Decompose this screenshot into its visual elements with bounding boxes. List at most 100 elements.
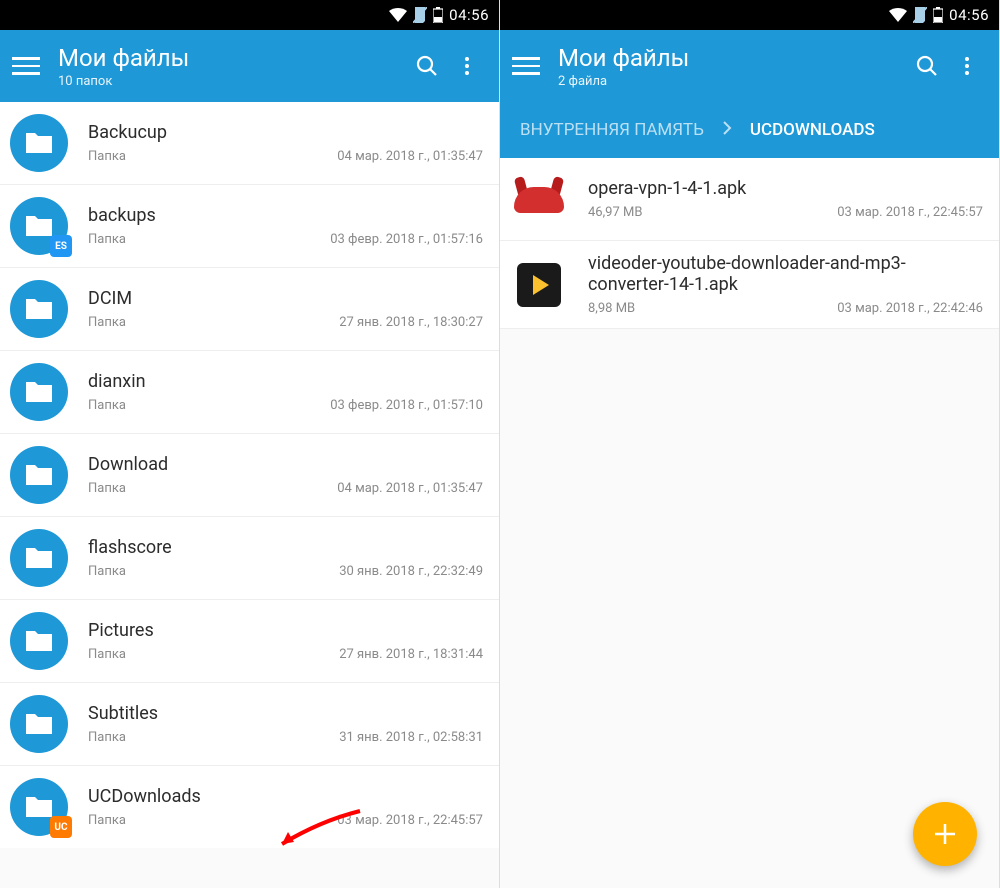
search-button[interactable] [907,46,947,86]
folder-icon: ES [10,197,68,255]
app-bar: Мои файлы 10 папок [0,30,499,102]
row-content: UCDownloads Папка 03 мар. 2018 г., 22:45:5… [88,786,483,828]
folder-type: Папка [88,647,126,662]
wifi-icon [389,8,407,22]
breadcrumb: ВНУТРЕННЯЯ ПАМЯТЬ UCDOWNLOADS [500,102,999,158]
file-row[interactable]: opera-vpn-1-4-1.apk 46,97 MB 03 мар. 2018 … [500,158,999,241]
folder-list[interactable]: Backucup Папка 04 мар. 2018 г., 01:35:47 ES… [0,102,499,848]
row-meta: Папка 27 янв. 2018 г., 18:31:44 [88,647,483,662]
folder-icon [10,446,68,504]
fab-add-button[interactable] [913,802,977,866]
chevron-right-icon [722,120,732,140]
folder-name: backups [88,205,483,226]
breadcrumb-current[interactable]: UCDOWNLOADS [750,120,875,140]
folder-date: 03 мар. 2018 г., 22:45:57 [337,813,483,828]
row-content: videoder-youtube-downloader-and-mp3-conv… [588,253,983,316]
folder-type: Папка [88,481,126,496]
status-bar: 04:56 [500,0,999,30]
folder-row[interactable]: dianxin Папка 03 февр. 2018 г., 01:57:10 [0,351,499,434]
folder-icon [10,695,68,753]
file-date: 03 мар. 2018 г., 22:45:57 [837,205,983,220]
folder-type: Папка [88,813,126,828]
overflow-menu-button[interactable] [947,46,987,86]
videoder-app-icon [510,256,568,314]
no-sim-icon [913,7,927,23]
opera-app-icon [510,170,568,228]
folder-name: flashscore [88,537,483,558]
folder-row[interactable]: ES backups Папка 03 февр. 2018 г., 01:57:16 [0,185,499,268]
row-content: Backucup Папка 04 мар. 2018 г., 01:35:47 [88,122,483,164]
row-content: Subtitles Папка 31 янв. 2018 г., 02:58:31 [88,703,483,745]
folder-date: 27 янв. 2018 г., 18:31:44 [339,647,483,662]
right-screen: 04:56 Мои файлы 2 файла ВНУТРЕННЯЯ ПАМЯТ… [500,0,1000,888]
folder-type: Папка [88,232,126,247]
file-list[interactable]: opera-vpn-1-4-1.apk 46,97 MB 03 мар. 2018 … [500,158,999,329]
app-title-block: Мои файлы 10 папок [58,44,407,89]
battery-icon [433,7,443,23]
row-content: DCIM Папка27 янв. 2018 г., 18:30:27 [88,288,483,330]
folder-name: DCIM [88,288,483,309]
folder-icon [10,280,68,338]
status-time: 04:56 [449,6,489,24]
app-title-block: Мои файлы 2 файла [558,44,907,89]
folder-row[interactable]: Subtitles Папка 31 янв. 2018 г., 02:58:31 [0,683,499,766]
row-meta: Папка 03 февр. 2018 г., 01:57:10 [88,398,483,413]
folder-type: Папка [88,398,126,413]
folder-icon: UC [10,778,68,836]
folder-row[interactable]: Backucup Папка 04 мар. 2018 г., 01:35:47 [0,102,499,185]
folder-name: UCDownloads [88,786,483,807]
row-meta: Папка 04 мар. 2018 г., 01:35:47 [88,481,483,496]
row-meta: Папка 30 янв. 2018 г., 22:32:49 [88,564,483,579]
folder-date: 04 мар. 2018 г., 01:35:47 [337,481,483,496]
no-sim-icon [413,7,427,23]
folder-type: Папка [88,564,126,579]
status-time: 04:56 [949,6,989,24]
row-meta: 8,98 MB 03 мар. 2018 г., 22:42:46 [588,301,983,316]
breadcrumb-parent[interactable]: ВНУТРЕННЯЯ ПАМЯТЬ [520,120,704,140]
folder-date: 30 янв. 2018 г., 22:32:49 [339,564,483,579]
folder-name: Subtitles [88,703,483,724]
folder-name: Backucup [88,122,483,143]
search-button[interactable] [407,46,447,86]
folder-icon [10,612,68,670]
row-meta: Папка 31 янв. 2018 г., 02:58:31 [88,730,483,745]
row-meta: 46,97 MB 03 мар. 2018 г., 22:45:57 [588,205,983,220]
app-title: Мои файлы [558,44,907,72]
folder-date: 03 февр. 2018 г., 01:57:16 [330,232,483,247]
folder-name: dianxin [88,371,483,392]
file-name: videoder-youtube-downloader-and-mp3-conv… [588,253,983,295]
app-subtitle: 10 папок [58,74,407,89]
folder-date: 03 февр. 2018 г., 01:57:10 [330,398,483,413]
folder-icon [10,363,68,421]
folder-type: Папка [88,730,126,745]
folder-row[interactable]: flashscore Папка 30 янв. 2018 г., 22:32:49 [0,517,499,600]
file-size: 46,97 MB [588,205,642,220]
folder-row[interactable]: DCIM Папка27 янв. 2018 г., 18:30:27 [0,268,499,351]
folder-type: Папка [88,149,126,164]
row-content: flashscore Папка 30 янв. 2018 г., 22:32:49 [88,537,483,579]
folder-date: 31 янв. 2018 г., 02:58:31 [339,730,483,745]
row-content: backups Папка 03 февр. 2018 г., 01:57:16 [88,205,483,247]
battery-icon [933,7,943,23]
row-meta: Папка27 янв. 2018 г., 18:30:27 [88,315,483,330]
overflow-menu-button[interactable] [447,46,487,86]
app-subtitle: 2 файла [558,74,907,89]
folder-row[interactable]: PicturesПапка27 янв. 2018 г., 18:31:44 [0,600,499,683]
folder-row[interactable]: UC UCDownloads Папка 03 мар. 2018 г., 22:45… [0,766,499,848]
row-content: opera-vpn-1-4-1.apk 46,97 MB 03 мар. 2018 … [588,178,983,220]
file-date: 03 мар. 2018 г., 22:42:46 [837,301,983,316]
folder-date: 27 янв. 2018 г., 18:30:27 [339,315,483,330]
menu-icon[interactable] [12,52,40,80]
file-name: opera-vpn-1-4-1.apk [588,178,983,199]
row-content: dianxin Папка 03 февр. 2018 г., 01:57:10 [88,371,483,413]
file-size: 8,98 MB [588,301,635,316]
wifi-icon [889,8,907,22]
row-content: Download Папка 04 мар. 2018 г., 01:35:47 [88,454,483,496]
menu-icon[interactable] [512,52,540,80]
app-bar: Мои файлы 2 файла [500,30,999,102]
row-content: PicturesПапка27 янв. 2018 г., 18:31:44 [88,620,483,662]
folder-name: Download [88,454,483,475]
file-row[interactable]: videoder-youtube-downloader-and-mp3-conv… [500,241,999,329]
folder-date: 04 мар. 2018 г., 01:35:47 [337,149,483,164]
folder-row[interactable]: Download Папка 04 мар. 2018 г., 01:35:47 [0,434,499,517]
